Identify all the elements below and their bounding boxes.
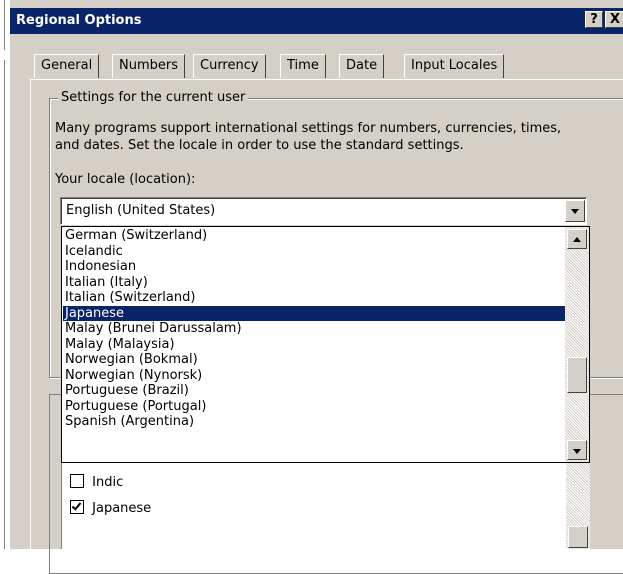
- list-item[interactable]: Icelandic: [63, 244, 566, 260]
- list-item[interactable]: Portuguese (Brazil): [63, 383, 566, 399]
- chevron-down-icon: [571, 209, 579, 214]
- list-item[interactable]: Norwegian (Nynorsk): [63, 368, 566, 384]
- dropdown-items: German (Switzerland) Icelandic Indonesia…: [63, 228, 566, 430]
- combobox-dropdown-button[interactable]: [565, 200, 585, 222]
- list-item[interactable]: Japanese: [70, 499, 151, 519]
- scroll-down-button[interactable]: [568, 526, 588, 548]
- chevron-up-icon: [573, 237, 581, 242]
- list-item[interactable]: Portuguese (Portugal): [63, 399, 566, 415]
- window-title: Regional Options: [16, 13, 142, 28]
- list-item[interactable]: Malay (Malaysia): [63, 337, 566, 353]
- tab-currency[interactable]: Currency: [193, 54, 266, 78]
- chevron-down-icon: [573, 449, 581, 454]
- language-label: Indic: [92, 475, 124, 490]
- locale-label: Your locale (location):: [55, 172, 196, 187]
- group-legend: Settings for the current user: [58, 90, 249, 106]
- tab-date[interactable]: Date: [339, 54, 385, 78]
- list-item[interactable]: Italian (Italy): [63, 275, 566, 291]
- locale-description: Many programs support international sett…: [55, 121, 562, 153]
- list-item[interactable]: Italian (Switzerland): [63, 290, 566, 306]
- background-window-edge: [0, 0, 9, 549]
- locale-combobox[interactable]: English (United States): [60, 197, 587, 225]
- scrollbar-thumb[interactable]: [567, 357, 587, 393]
- tab-general[interactable]: General: [34, 54, 100, 78]
- edge-line: [4, 60, 5, 549]
- scroll-up-button[interactable]: [567, 229, 587, 249]
- checkbox-checked[interactable]: [70, 500, 84, 514]
- tab-time[interactable]: Time: [280, 54, 326, 78]
- list-item[interactable]: Spanish (Argentina): [63, 414, 566, 430]
- locale-dropdown-list[interactable]: German (Switzerland) Icelandic Indonesia…: [61, 226, 590, 463]
- dropdown-scrollbar[interactable]: [565, 227, 589, 462]
- list-item-selected[interactable]: Japanese: [63, 305, 566, 321]
- list-item[interactable]: Indonesian: [63, 259, 566, 275]
- edge-line: [4, 0, 5, 50]
- help-button[interactable]: ?: [585, 11, 603, 28]
- tab-numbers[interactable]: Numbers: [112, 54, 185, 78]
- checkbox-unchecked[interactable]: [70, 474, 84, 488]
- locale-combobox-value: English (United States): [66, 203, 216, 218]
- tab-input-locales[interactable]: Input Locales: [404, 54, 505, 78]
- list-item[interactable]: Indic: [70, 473, 123, 493]
- list-item[interactable]: Malay (Brunei Darussalam): [63, 321, 566, 337]
- scroll-down-button[interactable]: [567, 440, 587, 460]
- title-bar[interactable]: Regional Options ? X: [10, 8, 623, 34]
- language-label: Japanese: [92, 501, 152, 516]
- checkmark-icon: [71, 500, 82, 511]
- close-button[interactable]: X: [605, 11, 623, 28]
- language-settings-list[interactable]: Indic Japanese: [61, 463, 590, 549]
- list-item[interactable]: Norwegian (Bokmal): [63, 352, 566, 368]
- language-list-scrollbar[interactable]: [566, 463, 590, 549]
- list-item[interactable]: German (Switzerland): [63, 228, 566, 244]
